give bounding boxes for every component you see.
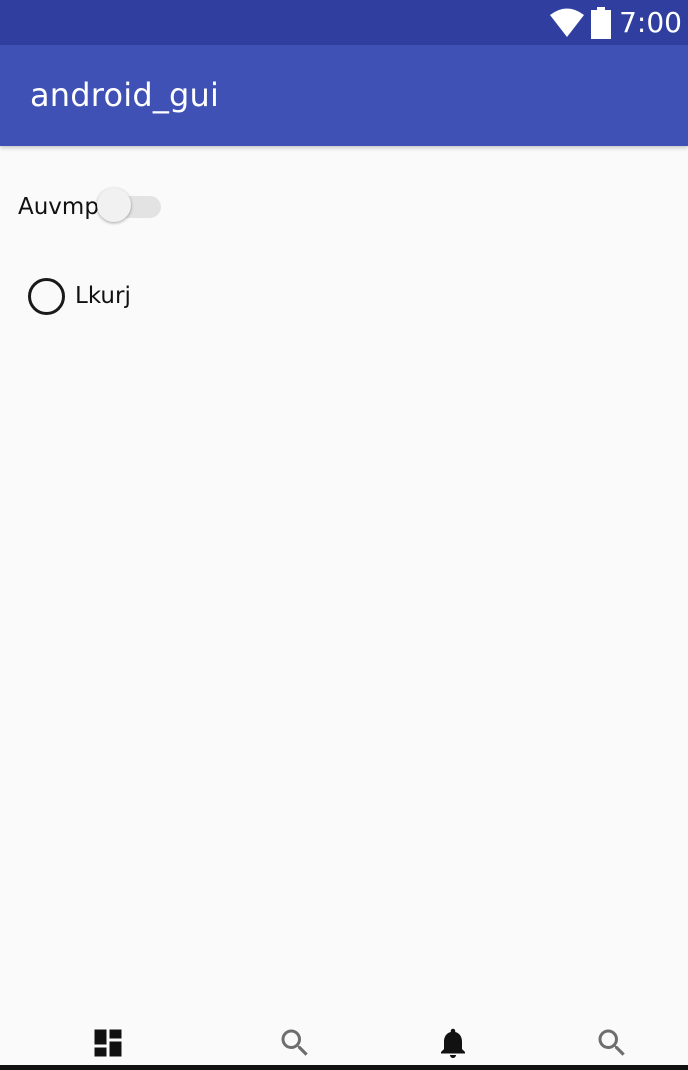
switch-auvmp[interactable]: Auvmp <box>18 186 163 228</box>
nav-item-search[interactable] <box>270 1025 320 1065</box>
radio-label: Lkurj <box>75 283 131 309</box>
radio-lkurj[interactable]: Lkurj <box>28 276 131 316</box>
nav-item-notifications[interactable] <box>428 1025 478 1065</box>
radio-button[interactable] <box>28 277 65 315</box>
toggle-switch[interactable] <box>96 186 163 228</box>
dashboard-icon <box>94 1029 122 1057</box>
nav-item-search-2[interactable] <box>587 1025 637 1065</box>
app-bar: android_gui <box>0 45 688 146</box>
status-time: 7:00 <box>619 6 682 39</box>
notifications-icon <box>441 1028 465 1058</box>
status-bar: 7:00 <box>0 0 688 45</box>
app-title: android_gui <box>30 76 220 114</box>
status-icons: 7:00 <box>549 0 682 45</box>
battery-icon <box>591 6 612 39</box>
wifi-icon <box>550 8 585 37</box>
bottom-navigation <box>0 1015 688 1070</box>
nav-item-dashboard[interactable] <box>83 1025 133 1065</box>
navigation-bar-edge <box>0 1065 688 1070</box>
search-icon <box>281 1029 308 1056</box>
search-icon <box>598 1029 625 1056</box>
switch-label: Auvmp <box>18 194 99 220</box>
switch-thumb <box>96 188 131 222</box>
